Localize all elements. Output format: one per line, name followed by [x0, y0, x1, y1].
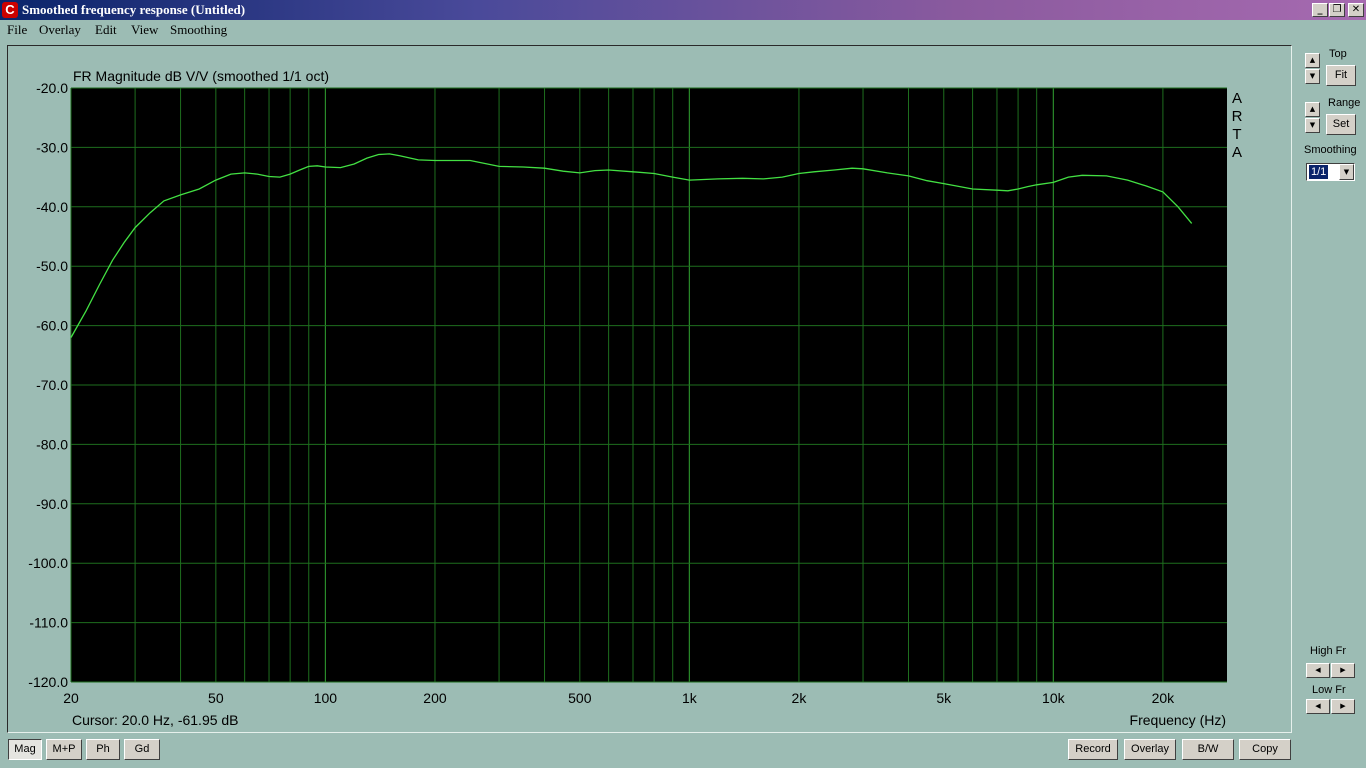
tab-m-p[interactable]: M+P [46, 739, 82, 760]
watermark-letter: R [1232, 108, 1243, 125]
tab-gd[interactable]: Gd [124, 739, 160, 760]
x-tick-label: 5k [936, 690, 952, 706]
y-tick-label: -120.0 [28, 674, 68, 690]
x-tick-label: 1k [682, 690, 698, 706]
x-tick-label: 500 [568, 690, 592, 706]
low-fr-label: Low Fr [1312, 684, 1346, 696]
range-label: Range [1328, 97, 1361, 109]
tab-ph[interactable]: Ph [86, 739, 120, 760]
y-tick-label: -60.0 [36, 318, 68, 334]
watermark-letter: A [1232, 90, 1242, 107]
x-tick-label: 50 [208, 690, 224, 706]
watermark-letter: A [1232, 144, 1242, 161]
arta-watermark: ARTA [1232, 90, 1243, 161]
y-tick-label: -100.0 [28, 555, 68, 571]
watermark-letter: T [1232, 126, 1241, 143]
copy-button[interactable]: Copy [1239, 739, 1291, 760]
y-tick-label: -30.0 [36, 139, 68, 155]
x-tick-label: 20 [63, 690, 79, 706]
high-fr-label: High Fr [1310, 645, 1347, 657]
chevron-down-icon[interactable]: ▼ [1339, 164, 1354, 180]
x-tick-label: 200 [423, 690, 447, 706]
x-tick-label: 2k [792, 690, 808, 706]
x-tick-labels: 20 50 100 200 500 1k 2k 5k 10k 20k [63, 690, 1175, 706]
smoothing-label: Smoothing [1304, 144, 1357, 156]
y-tick-label: -80.0 [36, 436, 68, 452]
fit-button[interactable]: Fit [1326, 65, 1356, 86]
y-tick-label: -40.0 [36, 199, 68, 215]
set-button[interactable]: Set [1326, 114, 1356, 135]
y-tick-label: -50.0 [36, 258, 68, 274]
top-down-arrow-icon[interactable]: ▼ [1305, 69, 1320, 84]
record-button[interactable]: Record [1068, 739, 1118, 760]
y-tick-label: -20.0 [36, 80, 68, 96]
bw-button[interactable]: B/W [1182, 739, 1234, 760]
high-fr-left-arrow-icon[interactable]: ◀ [1306, 663, 1330, 678]
x-axis-label: Frequency (Hz) [1130, 712, 1226, 728]
y-tick-label: -90.0 [36, 496, 68, 512]
high-fr-right-arrow-icon[interactable]: ▶ [1331, 663, 1355, 678]
overlay-button[interactable]: Overlay [1124, 739, 1176, 760]
chart-title: FR Magnitude dB V/V (smoothed 1/1 oct) [73, 68, 329, 84]
range-down-arrow-icon[interactable]: ▼ [1305, 118, 1320, 133]
top-up-arrow-icon[interactable]: ▲ [1305, 53, 1320, 68]
y-tick-labels: -20.0 -30.0 -40.0 -50.0 -60.0 -70.0 -80.0 -90.0… [28, 80, 68, 690]
cursor-readout: Cursor: 20.0 Hz, -61.95 dB [72, 712, 239, 728]
smoothing-select[interactable]: 1/1 ▼ [1306, 163, 1355, 181]
y-tick-label: -70.0 [36, 377, 68, 393]
range-up-arrow-icon[interactable]: ▲ [1305, 102, 1320, 117]
smoothing-value: 1/1 [1309, 165, 1329, 179]
y-tick-label: -110.0 [29, 615, 68, 631]
tab-mag[interactable]: Mag [8, 739, 42, 760]
low-fr-right-arrow-icon[interactable]: ▶ [1331, 699, 1355, 714]
x-tick-label: 100 [314, 690, 338, 706]
frequency-response-chart[interactable]: -20.0 -30.0 -40.0 -50.0 -60.0 -70.0 -80.0 -90.0… [0, 0, 1366, 768]
low-fr-left-arrow-icon[interactable]: ◀ [1306, 699, 1330, 714]
top-label: Top [1329, 48, 1347, 60]
x-tick-label: 20k [1152, 690, 1176, 706]
x-tick-label: 10k [1042, 690, 1066, 706]
